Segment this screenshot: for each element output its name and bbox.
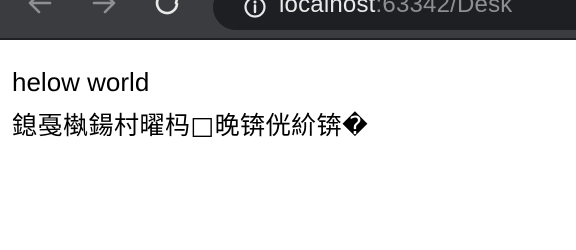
back-button[interactable]: [22, 0, 58, 22]
address-bar-url[interactable]: localhost:63342/Desk: [279, 0, 513, 19]
url-host: localhost: [279, 0, 376, 18]
browser-toolbar: localhost:63342/Desk: [0, 0, 576, 38]
garbled-text: 鎴戞槸鍚村曜杩□晚锛侊紒锛�: [12, 111, 369, 140]
hello-text: helow world: [12, 67, 150, 97]
reload-button[interactable]: [150, 0, 186, 22]
page-content: helow world 鎴戞槸鍚村曜杩□晚锛侊紒锛�: [12, 60, 368, 148]
arrow-right-icon: [92, 0, 116, 14]
url-path: :63342/Desk: [375, 0, 513, 18]
forward-button[interactable]: [86, 0, 122, 22]
reload-icon: [155, 0, 179, 15]
toolbar-divider: [0, 38, 576, 40]
arrow-left-icon: [28, 0, 52, 14]
info-icon[interactable]: [243, 0, 267, 19]
address-bar[interactable]: localhost:63342/Desk: [213, 0, 576, 30]
